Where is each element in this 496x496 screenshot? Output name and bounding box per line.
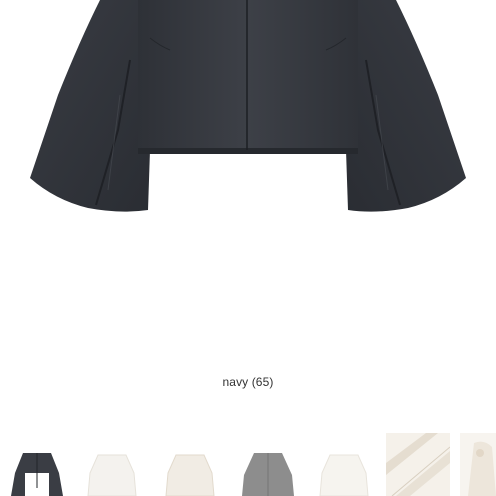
thumbnail-ivory[interactable] bbox=[80, 433, 144, 496]
thumbnail-detail[interactable] bbox=[386, 433, 450, 496]
thumbnail-white[interactable] bbox=[312, 433, 376, 496]
thumbnail-navy[interactable] bbox=[5, 433, 69, 496]
thumbnail-cream[interactable] bbox=[158, 433, 222, 496]
color-caption: navy (65) bbox=[222, 375, 274, 389]
product-main-image[interactable] bbox=[0, 0, 496, 360]
thumbnail-gray[interactable] bbox=[236, 433, 300, 496]
thumbnail-strip bbox=[0, 433, 496, 496]
thumbnail-model[interactable] bbox=[460, 433, 496, 496]
product-page: navy (65) bbox=[0, 0, 496, 496]
jacket-illustration bbox=[30, 0, 466, 212]
